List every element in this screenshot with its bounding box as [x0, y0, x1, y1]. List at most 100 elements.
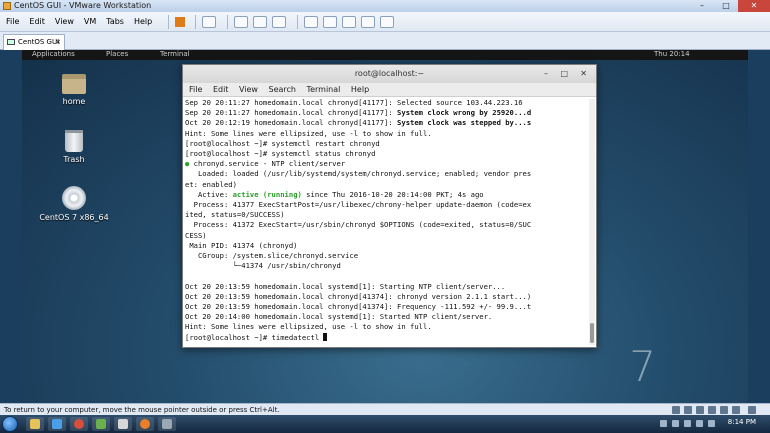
- minimize-button[interactable]: –: [690, 0, 714, 12]
- vmware-icon: [162, 419, 172, 429]
- guest-desktop[interactable]: Applications Places Terminal Thu 20:14 h…: [22, 50, 748, 403]
- guest-clock[interactable]: Thu 20:14: [654, 50, 690, 58]
- thumbnail-bar-icon[interactable]: [323, 15, 338, 28]
- terminal-line: Hint: Some lines were ellipsized, use -l…: [185, 128, 432, 138]
- toolbar-separator: [227, 14, 229, 29]
- taskbar-app-chrome[interactable]: [70, 417, 88, 431]
- display-icon[interactable]: [748, 406, 756, 414]
- start-button[interactable]: [2, 416, 18, 432]
- tray-icon[interactable]: [696, 420, 703, 427]
- gnome-top-bar: Applications Places Terminal Thu 20:14: [22, 50, 748, 60]
- vmware-status-bar: To return to your computer, move the mou…: [0, 403, 770, 415]
- terminal-menu-file[interactable]: File: [189, 85, 202, 94]
- desktop-icon-dvd[interactable]: CentOS 7 x86_64: [39, 186, 109, 222]
- desktop-icon-trash[interactable]: Trash: [39, 130, 109, 164]
- terminal-line: Oct 20 20:13:59 homedomain.local systemd…: [185, 281, 506, 291]
- folder-icon: [30, 419, 40, 429]
- menu-edit[interactable]: Edit: [29, 17, 45, 26]
- media-icon: [52, 419, 62, 429]
- minimize-icon[interactable]: –: [544, 65, 548, 83]
- terminal-line: Sep 20 20:11:27 homedomain.local chronyd…: [185, 108, 532, 118]
- desktop-icon-label: home: [62, 97, 86, 106]
- show-library-icon[interactable]: [304, 15, 319, 28]
- terminal-line: Oct 20 20:13:59 homedomain.local chronyd…: [185, 291, 532, 301]
- menu-tabs[interactable]: Tabs: [106, 17, 124, 26]
- terminal-line: Loaded: loaded (/usr/lib/systemd/system/…: [185, 169, 532, 179]
- usb-icon[interactable]: [708, 406, 716, 414]
- full-screen-icon[interactable]: [342, 15, 357, 28]
- window-title: CentOS GUI - VMware Workstation: [14, 1, 152, 10]
- cd-drive-icon[interactable]: [684, 406, 692, 414]
- tray-icon[interactable]: [672, 420, 679, 427]
- terminal-menu-terminal[interactable]: Terminal: [307, 85, 341, 94]
- tray-icon[interactable]: [708, 420, 715, 427]
- terminal-title: root@localhost:~: [354, 69, 425, 78]
- scrollbar-thumb[interactable]: [590, 323, 594, 343]
- vm-icon: [7, 39, 15, 45]
- terminal-line: Process: 41377 ExecStartPost=/usr/libexe…: [185, 200, 532, 210]
- terminal-line: Sep 20 20:11:27 homedomain.local chronyd…: [185, 98, 523, 107]
- revert-snapshot-icon[interactable]: [253, 15, 268, 28]
- console-view-icon[interactable]: [380, 15, 395, 28]
- terminal-taskbar-item[interactable]: Terminal: [160, 50, 190, 58]
- hard-disk-icon[interactable]: [672, 406, 680, 414]
- menu-help[interactable]: Help: [134, 17, 152, 26]
- toolbar-separator: [168, 14, 170, 29]
- terminal-menu-edit[interactable]: Edit: [213, 85, 229, 94]
- taskbar-app-3[interactable]: [114, 417, 132, 431]
- taskbar-app-media[interactable]: [48, 417, 66, 431]
- pause-icon[interactable]: [175, 16, 186, 27]
- maximize-icon[interactable]: □: [560, 65, 568, 83]
- places-menu[interactable]: Places: [106, 50, 128, 58]
- taskbar-app-2[interactable]: [92, 417, 110, 431]
- taskbar-app-firefox[interactable]: [136, 417, 154, 431]
- applications-menu[interactable]: Applications: [32, 50, 75, 58]
- close-button[interactable]: ✕: [738, 0, 770, 12]
- host-clock[interactable]: 8:14 PM: [728, 418, 756, 426]
- terminal-line: CESS): [185, 230, 207, 240]
- close-tab-icon[interactable]: ×: [55, 35, 61, 49]
- terminal-scrollbar[interactable]: [589, 99, 595, 345]
- terminal-menu-view[interactable]: View: [239, 85, 258, 94]
- sound-card-icon[interactable]: [720, 406, 728, 414]
- menu-file[interactable]: File: [6, 17, 19, 26]
- app-icon: [118, 419, 128, 429]
- desktop-icon-label: Trash: [63, 155, 85, 164]
- host-taskbar: 8:14 PM: [0, 415, 770, 433]
- terminal-output[interactable]: Sep 20 20:11:27 homedomain.local chronyd…: [185, 98, 589, 346]
- terminal-menu-help[interactable]: Help: [351, 85, 369, 94]
- terminal-line: ited, status=0/SUCCESS): [185, 210, 285, 220]
- terminal-menu-search[interactable]: Search: [269, 85, 296, 94]
- close-icon[interactable]: ✕: [580, 65, 587, 83]
- vmware-title-bar: CentOS GUI - VMware Workstation – □ ✕: [0, 0, 770, 12]
- terminal-window[interactable]: root@localhost:~ – □ ✕ File Edit View Se…: [182, 64, 597, 348]
- menu-vm[interactable]: VM: [84, 17, 96, 26]
- vmware-logo-icon: [3, 2, 11, 10]
- terminal-line: └─41374 /usr/sbin/chronyd: [185, 261, 341, 271]
- unity-icon[interactable]: [361, 15, 376, 28]
- terminal-menu-bar: File Edit View Search Terminal Help: [183, 83, 596, 97]
- terminal-title-bar[interactable]: root@localhost:~ – □ ✕: [183, 65, 596, 83]
- tray-icon[interactable]: [660, 420, 667, 427]
- desktop-icon-home[interactable]: home: [39, 74, 109, 106]
- terminal-line: et: enabled): [185, 179, 237, 189]
- snapshot-icon[interactable]: [234, 15, 249, 28]
- tab-centos-gui[interactable]: CentOS GUI ×: [3, 34, 65, 50]
- taskbar-app-vmware[interactable]: [158, 417, 176, 431]
- terminal-line: Oct 20 20:14:00 homedomain.local systemd…: [185, 312, 493, 322]
- menu-view[interactable]: View: [55, 17, 74, 26]
- terminal-line: Active: active (running) since Thu 2016-…: [185, 189, 484, 199]
- terminal-line: [root@localhost ~]# timedatectl: [185, 332, 589, 343]
- terminal-line: Oct 20 20:12:19 homedomain.local chronyd…: [185, 118, 532, 128]
- network-adapter-icon[interactable]: [696, 406, 704, 414]
- taskbar-app-explorer[interactable]: [26, 417, 44, 431]
- terminal-line: [root@localhost ~]# systemctl restart ch…: [185, 138, 380, 148]
- printer-icon[interactable]: [732, 406, 740, 414]
- snapshot-manager-icon[interactable]: [272, 15, 287, 28]
- maximize-button[interactable]: □: [714, 0, 738, 12]
- window-controls: – □ ✕: [690, 0, 770, 12]
- app-icon: [96, 419, 106, 429]
- send-ctrl-alt-del-icon[interactable]: [202, 15, 217, 28]
- tray-icon[interactable]: [684, 420, 691, 427]
